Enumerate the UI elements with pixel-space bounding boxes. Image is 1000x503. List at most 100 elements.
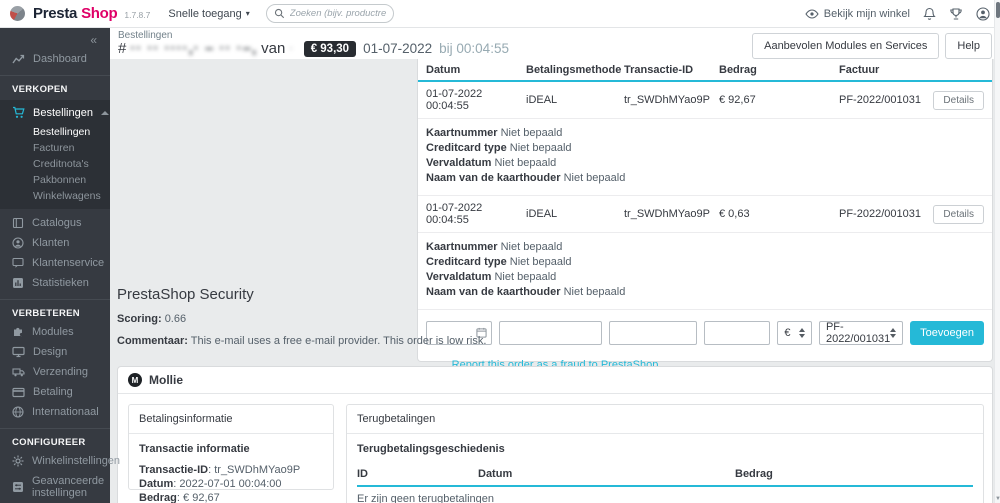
achievements-button[interactable] [949,7,963,21]
global-search[interactable] [265,4,394,23]
sidebar-item-geavanceerde-instellingen[interactable]: Geavanceerde instellingen [0,471,110,503]
refunds-card: Terugbetalingen Terugbetalingsgeschieden… [346,404,984,503]
order-total-badge: € 93,30 [303,40,357,57]
mollie-logo-icon: M [128,373,142,387]
order-date: 01-07-2022 [363,41,433,56]
sidebar-item-verzending[interactable]: Verzending [0,362,110,382]
caret-down-icon: ▾ [245,9,250,18]
security-title: PrestaShop Security [117,286,254,303]
view-shop-link[interactable]: Bekijk mijn winkel [805,8,910,20]
sidebar-item-label: Statistieken [32,277,89,289]
sidebar-item-label: Klanten [32,237,70,249]
sidebar-nav: « Dashboard VERKOPEN Bestellingen Bestel… [0,28,120,503]
transaction-info-title: Transactie informatie [139,443,250,455]
transaction-id-line: Transactie-ID: tr_SWDhMYao9P [139,464,301,476]
refund-col-bedrag: Bedrag [735,468,773,480]
page-scrollbar[interactable]: ▼ [994,0,1000,503]
sidebar-item-label: Geavanceerde instellingen [32,475,105,499]
help-button[interactable]: Help [945,33,992,59]
order-title-row: # ·· ·· ····,· – ·· ·–, van · € 93,30 01… [118,40,509,57]
cell-factuur: PF-2022/001031 [839,208,921,220]
order-ref-redacted: ·· ·· ····,· – ·· ·–, [130,40,258,57]
version-label: 1.7.8.7 [124,10,151,20]
prestashop-admin: Presta Shop 1.7.8.7 Snelle toegang ▾ Bek… [0,0,1000,503]
account-menu-button[interactable] [976,6,990,21]
sidebar-item-label: Design [33,346,68,358]
eye-icon [805,8,819,19]
sidebar-item-design[interactable]: Design [0,342,110,362]
sidebar-item-label: Catalogus [32,217,82,229]
submenu-item-facturen[interactable]: Facturen [33,140,110,156]
sidebar-item-catalogus[interactable]: Catalogus [0,213,110,233]
cart-icon [13,106,25,118]
view-shop-label: Bekijk mijn winkel [823,7,910,20]
sidebar-item-betaling[interactable]: Betaling [0,382,110,402]
payment-details-block: Kaartnummer Niet bepaald Creditcard type… [418,119,992,196]
chevron-up-icon [100,110,109,115]
sidebar-item-winkelinstellingen[interactable]: Winkelinstellingen [0,451,120,471]
refund-col-id: ID [357,468,368,480]
sidebar-item-modules[interactable]: Modules [0,322,110,342]
cell-bedrag: € 92,67 [719,94,756,106]
submenu-item-pakbonnen[interactable]: Pakbonnen [33,172,110,188]
sidebar-item-label: Verzending [33,366,89,378]
refund-empty-row: Er zijn geen terugbetalingen [357,487,973,503]
security-section: PrestaShop Security Scoring: 0.66 Commen… [117,286,993,371]
customer-name-redacted: · [289,43,293,54]
col-datum: Datum [426,64,461,76]
sidebar-item-internationaal[interactable]: Internationaal [0,402,110,422]
cell-bedrag: € 0,63 [719,208,750,220]
details-button[interactable]: Details [933,90,984,110]
logo-text-shop: Shop [81,5,118,22]
refund-table-header: ID Datum Bedrag [357,464,973,487]
mollie-panel: M Mollie Betalingsinformatie Transactie … [117,366,993,503]
globe-icon [12,406,24,418]
security-comment: Commentaar: This e-mail uses a free e-ma… [117,335,487,347]
transaction-amount-line: Bedrag: € 92,67 [139,492,220,503]
details-button[interactable]: Details [933,204,984,224]
customers-icon [12,237,24,249]
sidebar-section-verkopen: VERKOPEN [12,84,68,95]
transaction-date-line: Datum: 2022-07-01 00:04:00 [139,478,282,490]
page-title: # ·· ·· ····,· – ·· ·–, van · [118,40,293,57]
sidebar-section-verbeteren: VERBETEREN [12,308,80,319]
col-transactie-id: Transactie-ID [624,64,694,76]
recommended-modules-button[interactable]: Aanbevolen Modules en Services [752,33,940,59]
sidebar-item-label: Dashboard [33,53,87,65]
cell-transactie: tr_SWDhMYao9P [624,94,710,106]
sidebar-item-dashboard[interactable]: Dashboard [0,49,110,69]
sidebar-item-klantenservice[interactable]: Klantenservice [0,253,110,273]
chat-icon [12,257,24,268]
topbar: Presta Shop 1.7.8.7 Snelle toegang ▾ Bek… [0,0,1000,28]
mollie-panel-body: Betalingsinformatie Transactie informati… [118,394,992,503]
content-area: Datum Betalingsmethode Transactie-ID Bed… [110,59,1000,503]
quick-access-dropdown[interactable]: Snelle toegang ▾ [168,8,249,20]
search-input[interactable] [289,8,386,19]
sidebar-item-label: Klantenservice [32,257,105,269]
sidebar-item-statistieken[interactable]: Statistieken [0,273,110,293]
topbar-right: Bekijk mijn winkel [805,6,990,21]
payment-row: 01-07-2022 00:04:55 iDEAL tr_SWDhMYao9P … [418,82,992,119]
payment-row: 01-07-2022 00:04:55 iDEAL tr_SWDhMYao9P … [418,196,992,233]
sidebar-item-label: Internationaal [32,406,99,418]
col-betalingsmethode: Betalingsmethode [526,64,622,76]
submenu-item-creditnotas[interactable]: Creditnota's [33,156,110,172]
sidebar-item-bestellingen[interactable]: Bestellingen [0,100,110,124]
sidebar-item-label: Modules [32,326,74,338]
page-header: Bestellingen # ·· ·· ····,· – ·· ·–, van… [110,28,1000,59]
submenu-item-winkelwagens[interactable]: Winkelwagens [33,188,110,204]
payment-info-card: Betalingsinformatie Transactie informati… [128,404,334,503]
submenu-item-bestellingen[interactable]: Bestellingen [33,124,110,140]
refund-col-datum: Datum [478,468,513,480]
security-scoring: Scoring: 0.66 [117,313,187,325]
modules-icon [14,327,22,337]
scrollbar-down-arrow[interactable]: ▼ [995,496,1000,502]
payment-info-card-title: Betalingsinformatie [129,405,333,434]
stats-icon [13,278,23,288]
scrollbar-thumb[interactable] [996,2,1000,18]
sidebar-collapse-button[interactable]: « [0,28,110,49]
sidebar-item-klanten[interactable]: Klanten [0,233,110,253]
notifications-bell-button[interactable] [923,7,936,21]
mollie-title: Mollie [149,373,184,387]
credit-card-icon [12,387,25,397]
